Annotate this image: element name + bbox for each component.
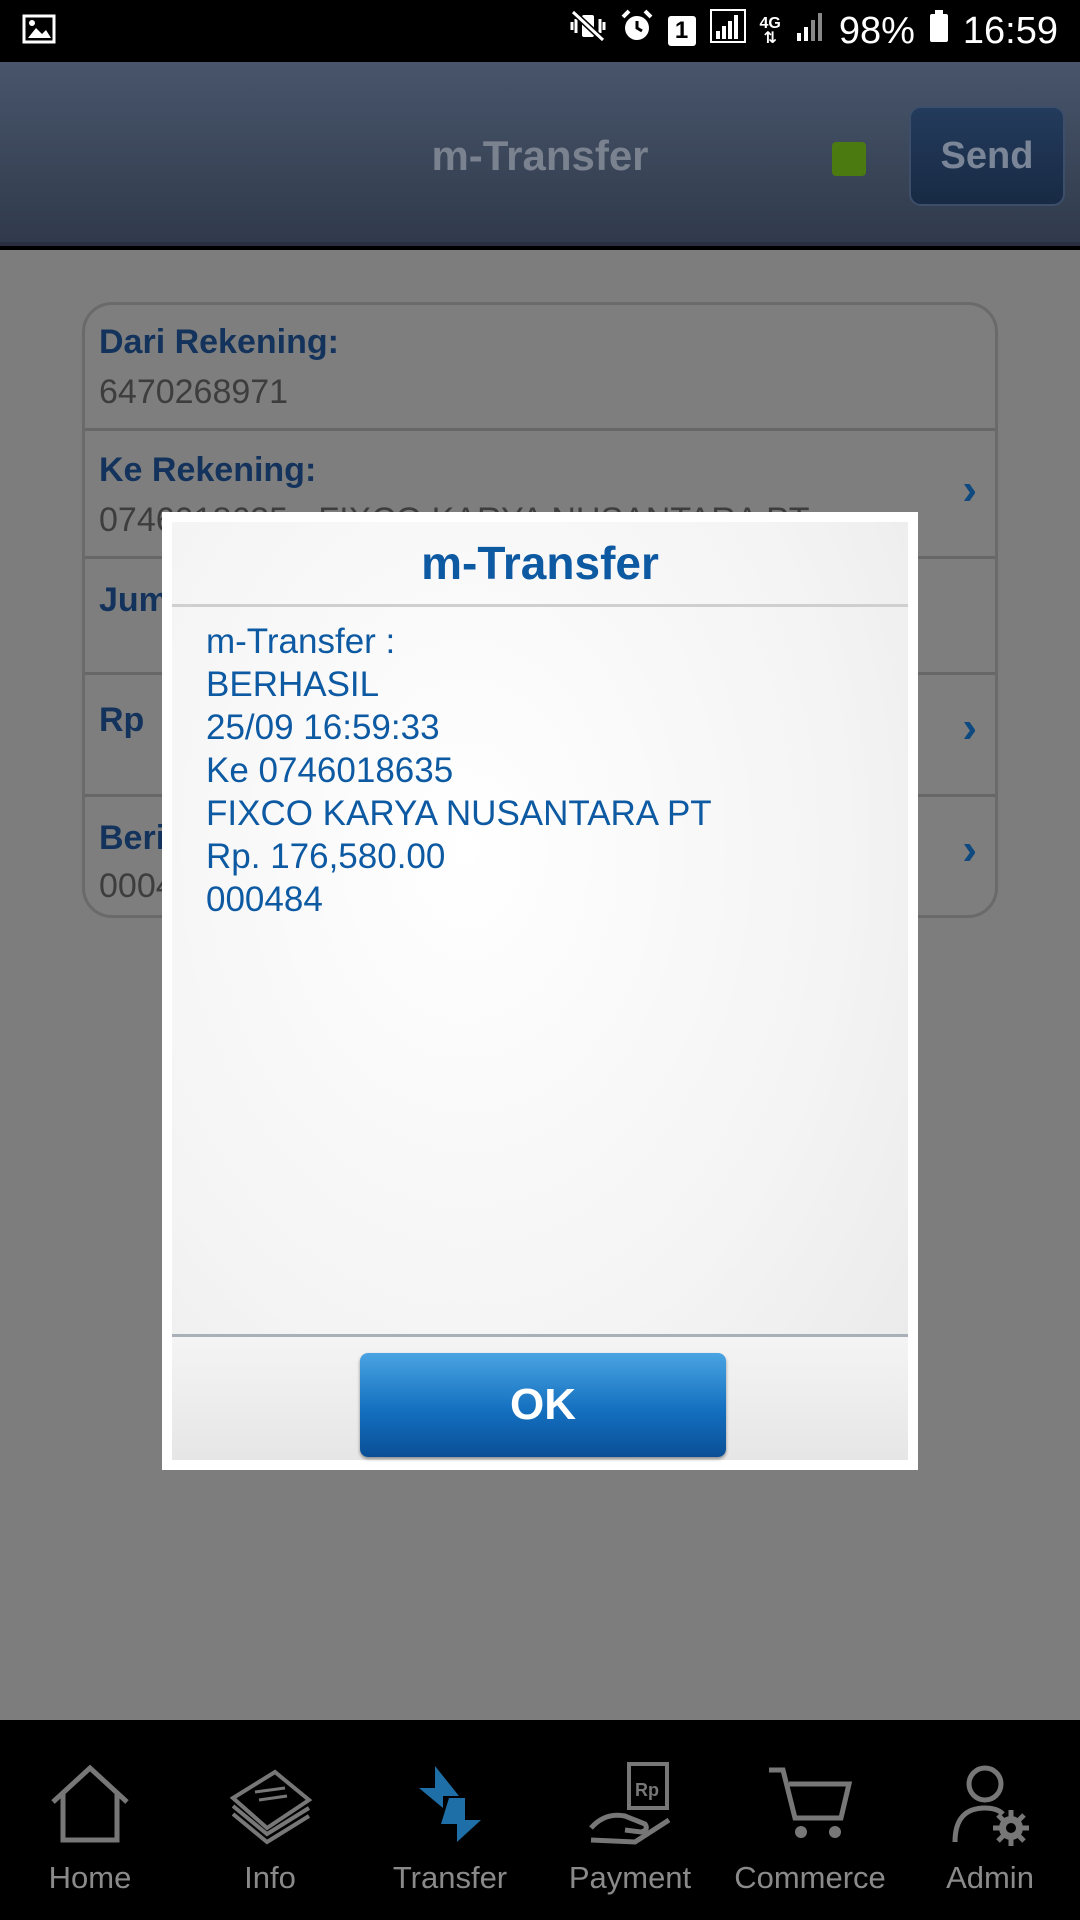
svg-text:Rp: Rp bbox=[635, 1780, 659, 1800]
cart-icon bbox=[769, 1767, 853, 1838]
dialog-divider bbox=[172, 604, 908, 607]
message-line: FIXCO KARYA NUSANTARA PT bbox=[206, 794, 712, 833]
battery-icon bbox=[929, 9, 949, 53]
message-line: Ke 0746018635 bbox=[206, 751, 454, 790]
battery-percent: 98% bbox=[838, 9, 915, 52]
info-icon bbox=[229, 1769, 313, 1845]
message-line: 25/09 16:59:33 bbox=[206, 708, 440, 747]
from-account-row[interactable]: Dari Rekening: 6470268971 bbox=[85, 305, 995, 431]
message-line: 000484 bbox=[206, 880, 323, 919]
nav-label-transfer: Transfer bbox=[392, 1860, 508, 1895]
ok-button[interactable]: OK bbox=[360, 1353, 726, 1457]
chevron-right-icon: › bbox=[962, 825, 977, 874]
wifi-signal-icon bbox=[709, 9, 746, 53]
from-account-label: Dari Rekening: bbox=[99, 323, 339, 361]
result-dialog: m-Transfer m-Transfer : BERHASIL 25/09 1… bbox=[162, 512, 918, 1470]
from-account-value: 6470268971 bbox=[99, 373, 289, 411]
chevron-right-icon: › bbox=[962, 703, 977, 752]
dialog-title: m-Transfer bbox=[421, 537, 659, 589]
nav-payment[interactable]: Rp Payment bbox=[540, 1720, 720, 1920]
app-header: m-Transfer Send bbox=[0, 62, 1080, 246]
admin-icon bbox=[952, 1765, 1029, 1846]
nav-label-info: Info bbox=[244, 1860, 296, 1895]
message-line: m-Transfer : bbox=[206, 622, 396, 661]
payment-icon: Rp bbox=[589, 1762, 671, 1845]
nav-info[interactable]: Info bbox=[180, 1720, 360, 1920]
bottom-navigation: Home Info Transfer Rp Payment Commerce A… bbox=[0, 1720, 1080, 1920]
nav-label-admin: Admin bbox=[946, 1860, 1034, 1895]
mute-vibrate-icon bbox=[570, 9, 606, 53]
cell-signal-icon bbox=[795, 9, 825, 53]
transfer-icon bbox=[419, 1766, 481, 1842]
clock-time: 16:59 bbox=[962, 9, 1058, 52]
message-line: BERHASIL bbox=[206, 665, 380, 704]
dialog-footer: OK bbox=[172, 1334, 908, 1460]
gallery-notification-icon bbox=[22, 14, 56, 49]
send-button[interactable]: Send bbox=[909, 106, 1065, 206]
currency-label: Rp bbox=[99, 701, 145, 739]
status-bar: 1 4G ⇅ 98% 16:59 bbox=[0, 0, 1080, 62]
alarm-icon bbox=[620, 9, 654, 53]
message-line: Rp. 176,580.00 bbox=[206, 837, 446, 876]
chevron-right-icon: › bbox=[962, 465, 977, 514]
nav-label-payment: Payment bbox=[568, 1860, 692, 1895]
network-type-icon: 4G ⇅ bbox=[759, 15, 781, 47]
connection-status-indicator bbox=[832, 142, 866, 176]
nav-admin[interactable]: Admin bbox=[900, 1720, 1080, 1920]
nav-transfer[interactable]: Transfer bbox=[360, 1720, 540, 1920]
nav-label-home: Home bbox=[48, 1860, 132, 1895]
home-icon bbox=[51, 1764, 129, 1843]
sim-slot-icon: 1 bbox=[667, 16, 696, 46]
dialog-message: m-Transfer : BERHASIL 25/09 16:59:33 Ke … bbox=[206, 620, 712, 921]
nav-commerce[interactable]: Commerce bbox=[720, 1720, 900, 1920]
nav-label-commerce: Commerce bbox=[734, 1860, 886, 1895]
nav-home[interactable]: Home bbox=[0, 1720, 180, 1920]
to-account-label: Ke Rekening: bbox=[99, 451, 317, 489]
